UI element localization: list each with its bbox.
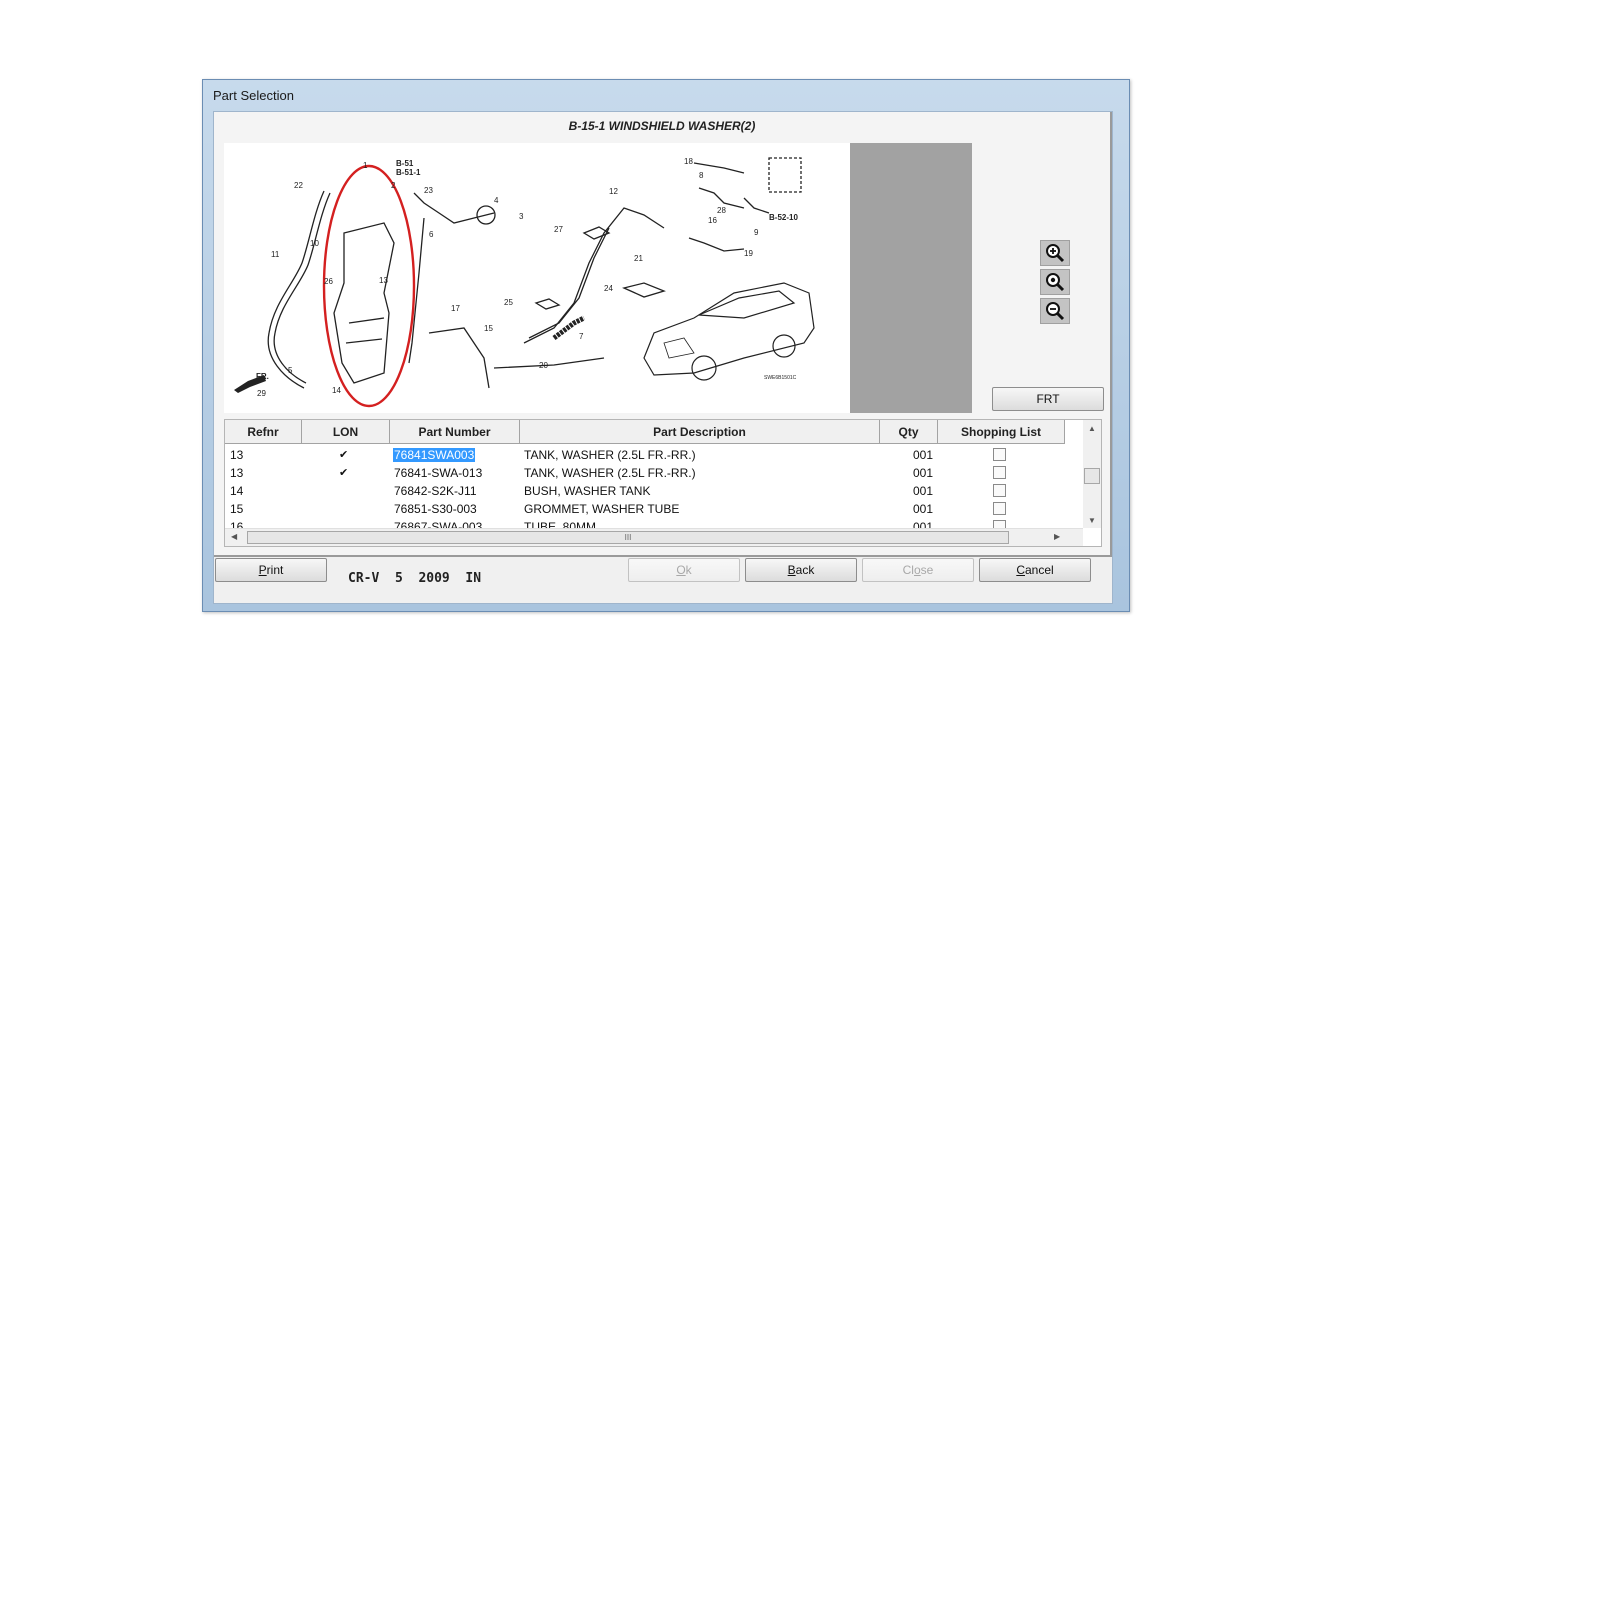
svg-text:12: 12 bbox=[609, 187, 618, 196]
svg-text:10: 10 bbox=[310, 239, 319, 248]
svg-text:9: 9 bbox=[754, 228, 759, 237]
svg-text:25: 25 bbox=[504, 298, 513, 307]
svg-text:11: 11 bbox=[271, 250, 280, 259]
frt-button[interactable]: FRT bbox=[992, 387, 1104, 411]
shopping-list-checkbox[interactable] bbox=[993, 502, 1006, 515]
description-cell: TANK, WASHER (2.5L FR.-RR.) bbox=[524, 448, 696, 462]
svg-text:20: 20 bbox=[539, 361, 548, 370]
svg-text:14: 14 bbox=[332, 386, 341, 395]
svg-text:15: 15 bbox=[484, 324, 493, 333]
qty-cell: 001 bbox=[913, 448, 934, 462]
washer-tank-drawing bbox=[267, 157, 802, 389]
shopping-list-checkbox[interactable] bbox=[993, 466, 1006, 479]
svg-text:23: 23 bbox=[424, 186, 433, 195]
table-row[interactable]: 13 ✔ 76841-SWA-013 TANK, WASHER (2.5L FR… bbox=[225, 464, 1075, 482]
zoom-fit-icon bbox=[1046, 273, 1065, 292]
diagram-pane: B-15-1 WINDSHIELD WASHER(2) FR. B-51 B-5… bbox=[214, 112, 1112, 557]
parts-table: Refnr LON Part Number Part Description Q… bbox=[224, 419, 1102, 547]
svg-text:5: 5 bbox=[288, 366, 293, 375]
description-cell: TANK, WASHER (2.5L FR.-RR.) bbox=[524, 466, 696, 480]
zoom-out-button[interactable] bbox=[1040, 298, 1070, 324]
scroll-right-arrow-icon[interactable]: ▶ bbox=[1054, 532, 1060, 541]
close-button[interactable]: Cl o se bbox=[862, 558, 974, 582]
qty-cell: 001 bbox=[913, 502, 934, 516]
table-row[interactable]: 15 76851-S30-003 GROMMET, WASHER TUBE 00… bbox=[225, 500, 1075, 518]
refnr-cell: 14 bbox=[230, 484, 244, 498]
shopping-list-checkbox[interactable] bbox=[993, 484, 1006, 497]
svg-text:28: 28 bbox=[717, 206, 726, 215]
ref-label: B-52-10 bbox=[769, 213, 798, 222]
vehicle-info: CR-V 5 2009 IN bbox=[348, 571, 482, 586]
back-button[interactable]: Back bbox=[745, 558, 857, 582]
zoom-out-icon bbox=[1046, 302, 1065, 321]
svg-text:21: 21 bbox=[634, 254, 643, 263]
svg-text:2: 2 bbox=[391, 181, 396, 190]
vehicle-drawing bbox=[643, 282, 815, 381]
scroll-up-arrow-icon[interactable]: ▲ bbox=[1088, 424, 1096, 433]
zoom-in-icon bbox=[1046, 244, 1065, 263]
column-header-part-description[interactable]: Part Description bbox=[520, 420, 880, 444]
svg-text:16: 16 bbox=[708, 216, 717, 225]
svg-text:26: 26 bbox=[324, 277, 333, 286]
svg-text:29: 29 bbox=[257, 389, 266, 398]
qty-cell: 001 bbox=[913, 484, 934, 498]
column-header-qty[interactable]: Qty bbox=[880, 420, 938, 444]
column-header-lon[interactable]: LON bbox=[302, 420, 390, 444]
svg-text:FR.: FR. bbox=[256, 372, 269, 381]
refnr-cell: 15 bbox=[230, 502, 244, 516]
diagram-title: B-15-1 WINDSHIELD WASHER(2) bbox=[568, 119, 756, 133]
svg-text:8: 8 bbox=[699, 171, 704, 180]
ok-button[interactable]: Ok bbox=[628, 558, 740, 582]
svg-text:22: 22 bbox=[294, 181, 303, 190]
horizontal-scroll-thumb[interactable]: III bbox=[247, 531, 1009, 544]
svg-text:4: 4 bbox=[494, 196, 499, 205]
zoom-fit-button[interactable] bbox=[1040, 269, 1070, 295]
svg-text:7: 7 bbox=[579, 332, 584, 341]
image-code: SWE6B1501C bbox=[764, 375, 797, 381]
table-row[interactable]: 14 76842-S2K-J11 BUSH, WASHER TANK 001 bbox=[225, 482, 1075, 500]
svg-text:13: 13 bbox=[379, 276, 388, 285]
description-cell: GROMMET, WASHER TUBE bbox=[524, 502, 680, 516]
lon-check-icon: ✔ bbox=[339, 467, 349, 479]
lon-check-icon: ✔ bbox=[339, 449, 349, 461]
table-row[interactable]: 13 ✔ 76841SWA003 TANK, WASHER (2.5L FR.-… bbox=[225, 446, 1075, 464]
shopping-list-checkbox[interactable] bbox=[993, 448, 1006, 461]
part-selection-window: Part Selection B-15-1 WINDSHIELD WASHER(… bbox=[202, 79, 1130, 612]
diagram-overflow-area bbox=[850, 143, 972, 413]
horizontal-scrollbar[interactable]: ◀ III ▶ bbox=[225, 528, 1083, 546]
svg-text:1: 1 bbox=[363, 161, 368, 170]
column-header-shopping-list[interactable]: Shopping List bbox=[938, 420, 1065, 444]
qty-cell: 001 bbox=[913, 466, 934, 480]
scroll-left-arrow-icon[interactable]: ◀ bbox=[231, 532, 237, 541]
refnr-cell: 13 bbox=[230, 448, 244, 462]
highlight-ellipse bbox=[322, 164, 416, 408]
svg-text:18: 18 bbox=[684, 157, 693, 166]
callout-numbers: 1 2 3 4 5 6 7 8 9 10 11 12 13 14 15 16 1… bbox=[257, 157, 759, 398]
ref-label: B-51 bbox=[396, 159, 414, 168]
part-number-cell[interactable]: 76842-S2K-J11 bbox=[394, 482, 477, 500]
svg-text:3: 3 bbox=[519, 212, 524, 221]
refnr-cell: 13 bbox=[230, 466, 244, 480]
scroll-down-arrow-icon[interactable]: ▼ bbox=[1088, 516, 1096, 525]
window-client-area: B-15-1 WINDSHIELD WASHER(2) FR. B-51 B-5… bbox=[213, 111, 1113, 604]
svg-text:24: 24 bbox=[604, 284, 613, 293]
cancel-button[interactable]: Cancel bbox=[979, 558, 1091, 582]
column-header-refnr[interactable]: Refnr bbox=[225, 420, 302, 444]
svg-text:19: 19 bbox=[744, 249, 753, 258]
part-number-cell[interactable]: 76841-SWA-013 bbox=[394, 464, 482, 482]
svg-text:27: 27 bbox=[554, 225, 563, 234]
vertical-scroll-thumb[interactable] bbox=[1084, 468, 1100, 484]
part-number-cell[interactable]: 76851-S30-003 bbox=[394, 500, 477, 518]
zoom-in-button[interactable] bbox=[1040, 240, 1070, 266]
parts-diagram[interactable]: FR. B-51 B-51-1 B-52-10 SWE6B1501C 1 2 3… bbox=[224, 143, 850, 413]
print-button[interactable]: Print bbox=[215, 558, 327, 582]
column-header-part-number[interactable]: Part Number bbox=[390, 420, 520, 444]
window-title: Part Selection bbox=[213, 88, 294, 103]
ref-label: B-51-1 bbox=[396, 168, 421, 177]
part-number-cell-selected[interactable]: 76841SWA003 bbox=[393, 448, 476, 462]
svg-text:6: 6 bbox=[429, 230, 434, 239]
vertical-scrollbar[interactable]: ▲ ▼ bbox=[1083, 420, 1101, 528]
svg-text:17: 17 bbox=[451, 304, 460, 313]
description-cell: BUSH, WASHER TANK bbox=[524, 484, 651, 498]
